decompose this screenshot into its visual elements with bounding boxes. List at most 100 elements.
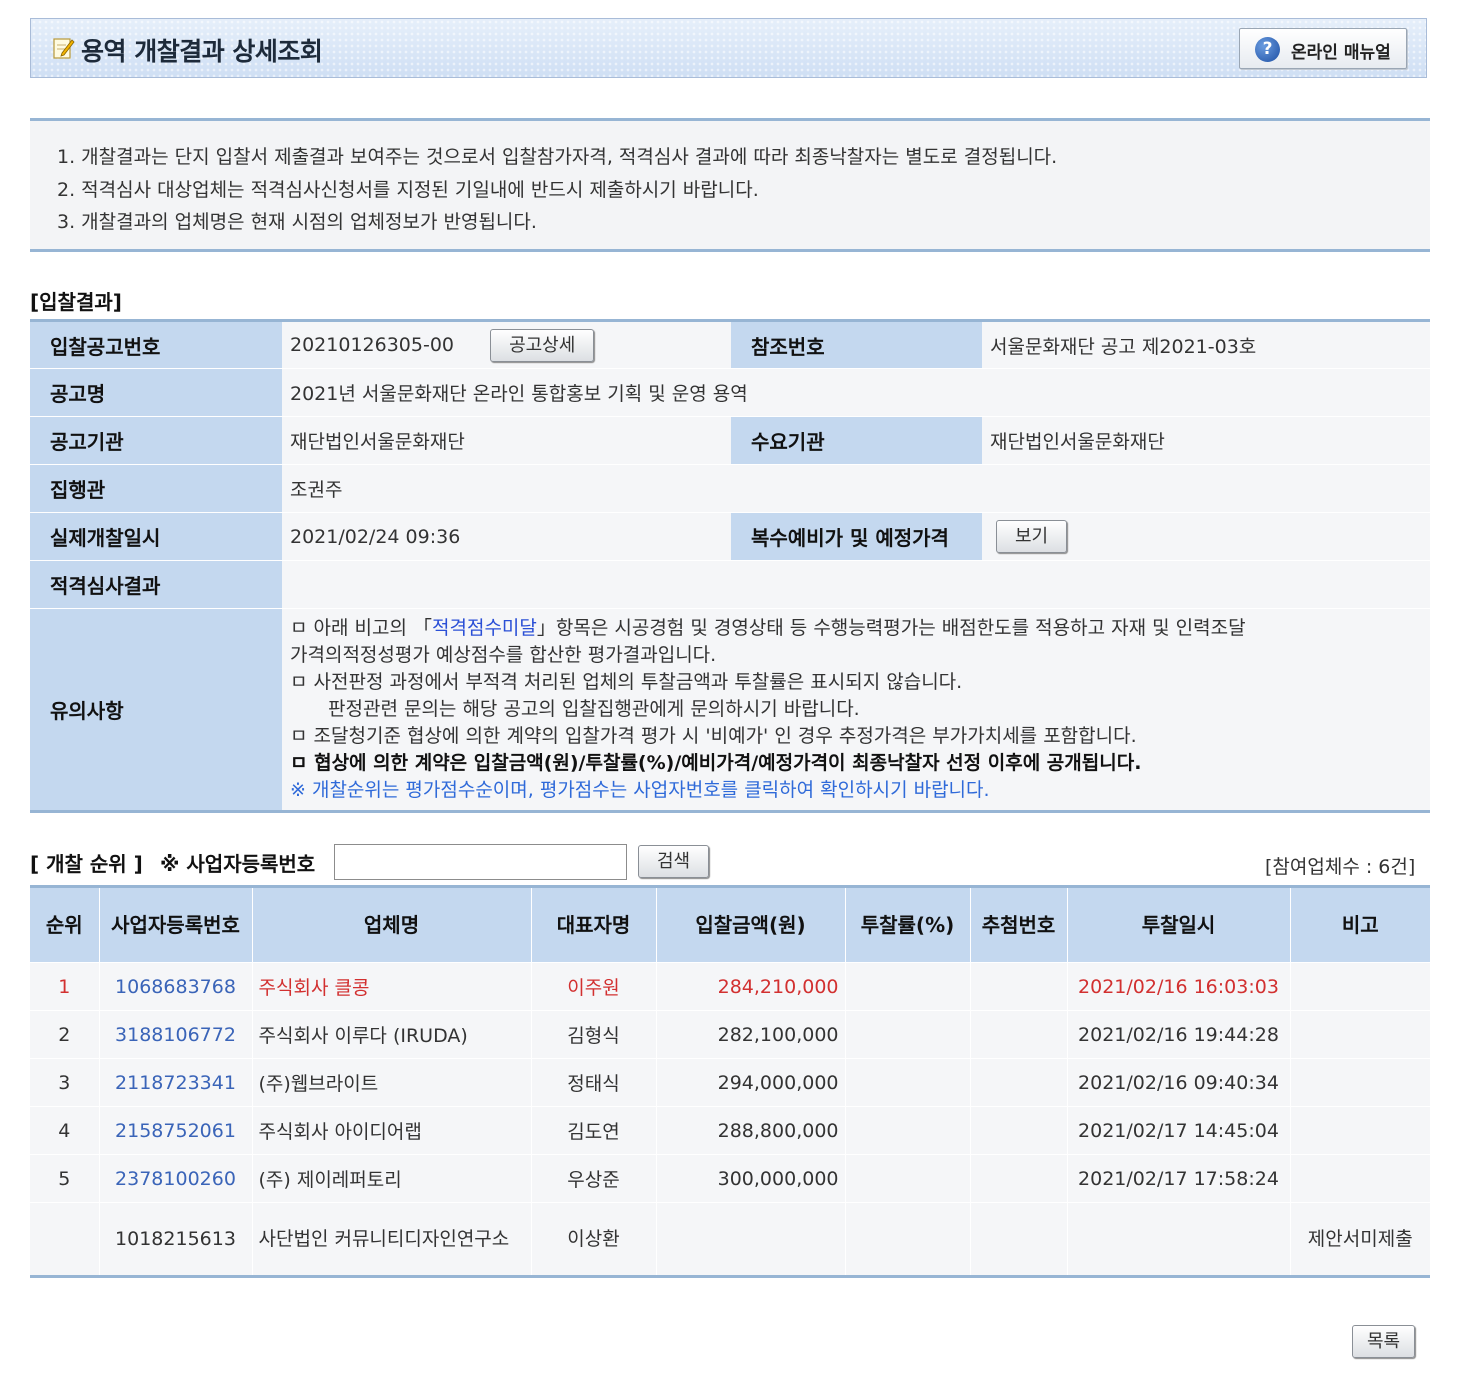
draw-cell (970, 1202, 1068, 1277)
online-manual-button[interactable]: ? 온라인 매뉴얼 (1239, 28, 1407, 69)
caution-link: 적격점수미달 (432, 617, 537, 639)
col-header: 대표자명 (531, 886, 657, 963)
company-cell: 주식회사 이루다 (IRUDA) (252, 1010, 532, 1059)
rate-cell (845, 1154, 971, 1203)
rate-cell (845, 1058, 971, 1107)
agency-value: 재단법인서울문화재단 (282, 416, 731, 465)
price-label: 복수예비가 및 예정가격 (731, 512, 982, 561)
date-cell (1067, 1202, 1291, 1277)
executor-label: 집행관 (30, 464, 282, 513)
amount-cell: 294,000,000 (656, 1058, 846, 1107)
ceo-cell: 이주원 (531, 962, 657, 1011)
date-cell: 2021/02/17 17:58:24 (1067, 1154, 1291, 1203)
caution-label: 유의사항 (30, 608, 282, 812)
date-cell: 2021/02/16 16:03:03 (1067, 962, 1291, 1011)
col-header: 추첨번호 (970, 886, 1068, 963)
agency-label: 공고기관 (30, 416, 282, 465)
biz-no-search-label: ※ 사업자등록번호 (160, 852, 316, 876)
demand-value: 재단법인서울문화재단 (982, 416, 1430, 465)
amount-cell: 282,100,000 (656, 1010, 846, 1059)
caution-note: ※ 개찰순위는 평가점수순이며, 평가점수는 사업자번호를 클릭하여 확인하시기… (290, 779, 990, 801)
table-row: 5 2378100260 (주) 제이레퍼토리 우상준 300,000,000 … (30, 1154, 1430, 1203)
notice-detail-button[interactable]: 공고상세 (490, 328, 595, 362)
rank-cell: 4 (30, 1106, 100, 1155)
table-row: 3 2118723341 (주)웹브라이트 정태식 294,000,000 20… (30, 1058, 1430, 1107)
remark-cell: 제안서미제출 (1290, 1202, 1430, 1277)
col-header: 투찰률(%) (845, 886, 971, 963)
col-header: 사업자등록번호 (99, 886, 253, 963)
ranking-table: 순위 사업자등록번호 업체명 대표자명 입찰금액(원) 투찰률(%) 추첨번호 … (30, 885, 1430, 1278)
caution-line: ㅁ 협상에 의한 계약은 입찰금액(원)/투찰률(%)/예비가격/예정가격이 최… (290, 752, 1142, 774)
table-row: 1 1068683768 주식회사 클콩 이주원 284,210,000 202… (30, 962, 1430, 1011)
col-header: 입찰금액(원) (656, 886, 846, 963)
page-title: 용역 개찰결과 상세조회 (81, 37, 323, 66)
company-cell: (주)웹브라이트 (252, 1058, 532, 1107)
biz-no-link[interactable]: 1068683768 (99, 962, 253, 1011)
exam-result-value (282, 560, 1430, 609)
notice-box: 1. 개찰결과는 단지 입찰서 제출결과 보여주는 것으로서 입찰참가자격, 적… (30, 118, 1430, 252)
remark-cell (1290, 962, 1430, 1011)
date-cell: 2021/02/16 09:40:34 (1067, 1058, 1291, 1107)
ref-no-label: 참조번호 (731, 320, 982, 369)
amount-cell: 284,210,000 (656, 962, 846, 1011)
col-header: 비고 (1290, 886, 1430, 963)
col-header: 투찰일시 (1067, 886, 1291, 963)
rank-cell: 3 (30, 1058, 100, 1107)
draw-cell (970, 1106, 1068, 1155)
amount-cell: 288,800,000 (656, 1106, 846, 1155)
date-cell: 2021/02/17 14:45:04 (1067, 1106, 1291, 1155)
amount-cell: 300,000,000 (656, 1154, 846, 1203)
notice-name-label: 공고명 (30, 368, 282, 417)
ranking-title: [ 개찰 순위 ] (30, 852, 143, 876)
draw-cell (970, 1154, 1068, 1203)
ceo-cell: 우상준 (531, 1154, 657, 1203)
view-price-button[interactable]: 보기 (996, 520, 1068, 553)
bid-result-title: [입찰결과] (30, 290, 122, 314)
biz-no-link[interactable]: 3188106772 (99, 1010, 253, 1059)
rate-cell (845, 962, 971, 1011)
notice-name-value: 2021년 서울문화재단 온라인 통합홍보 기획 및 운영 용역 (282, 368, 1430, 417)
page-header: 용역 개찰결과 상세조회 ? 온라인 매뉴얼 (30, 18, 1427, 78)
rank-cell: 5 (30, 1154, 100, 1203)
ceo-cell: 이상환 (531, 1202, 657, 1277)
table-row: 1018215613 사단법인 커뮤니티디자인연구소 이상환 제안서미제출 (30, 1202, 1430, 1277)
bid-result-table: 입찰공고번호 20210126305-00 공고상세 참조번호 서울문화재단 공… (30, 319, 1430, 813)
date-cell: 2021/02/16 19:44:28 (1067, 1010, 1291, 1059)
col-header: 업체명 (252, 886, 532, 963)
biz-no-link[interactable]: 2158752061 (99, 1106, 253, 1155)
exam-result-label: 적격심사결과 (30, 560, 282, 609)
rate-cell (845, 1106, 971, 1155)
notice-no-value: 20210126305-00 (290, 333, 455, 356)
remark-cell (1290, 1010, 1430, 1059)
list-button[interactable]: 목록 (1352, 1325, 1416, 1358)
company-cell: 주식회사 아이디어랩 (252, 1106, 532, 1155)
online-manual-label: 온라인 매뉴얼 (1291, 43, 1391, 63)
ceo-cell: 김형식 (531, 1010, 657, 1059)
biz-no-search-input[interactable] (334, 844, 627, 880)
draw-cell (970, 962, 1068, 1011)
remark-cell (1290, 1154, 1430, 1203)
search-button[interactable]: 검색 (638, 845, 710, 878)
rate-cell (845, 1202, 971, 1277)
company-cell: 사단법인 커뮤니티디자인연구소 (252, 1202, 532, 1277)
col-header: 순위 (30, 886, 100, 963)
biz-no-link[interactable]: 2118723341 (99, 1058, 253, 1107)
rank-cell: 2 (30, 1010, 100, 1059)
caution-line: ㅁ 사전판정 과정에서 부적격 처리된 업체의 투찰금액과 투찰률은 표시되지 … (290, 671, 963, 693)
rank-cell: 1 (30, 962, 100, 1011)
caution-content: ㅁ 아래 비고의 「적격점수미달」항목은 시공경험 및 경영상태 등 수행능력평… (282, 608, 1430, 812)
rank-cell (30, 1202, 100, 1277)
notice-no-label: 입찰공고번호 (30, 320, 282, 369)
executor-value: 조권주 (282, 464, 1430, 513)
biz-no-link[interactable]: 2378100260 (99, 1154, 253, 1203)
caution-line: ㅁ 조달청기준 협상에 의한 계약의 입찰가격 평가 시 '비예가' 인 경우 … (290, 725, 1137, 747)
caution-line: 판정관련 문의는 해당 공고의 입찰집행관에게 문의하시기 바랍니다. (328, 698, 860, 720)
remark-cell (1290, 1106, 1430, 1155)
ceo-cell: 김도연 (531, 1106, 657, 1155)
draw-cell (970, 1058, 1068, 1107)
memo-pencil-icon (53, 38, 75, 59)
table-row: 4 2158752061 주식회사 아이디어랩 김도연 288,800,000 … (30, 1106, 1430, 1155)
question-icon: ? (1255, 37, 1280, 62)
caution-line: 가격의적정성평가 예상점수를 합산한 평가결과입니다. (290, 644, 717, 666)
caution-line: 」항목은 시공경험 및 경영상태 등 수행능력평가는 배점한도를 적용하고 자재… (536, 617, 1246, 639)
